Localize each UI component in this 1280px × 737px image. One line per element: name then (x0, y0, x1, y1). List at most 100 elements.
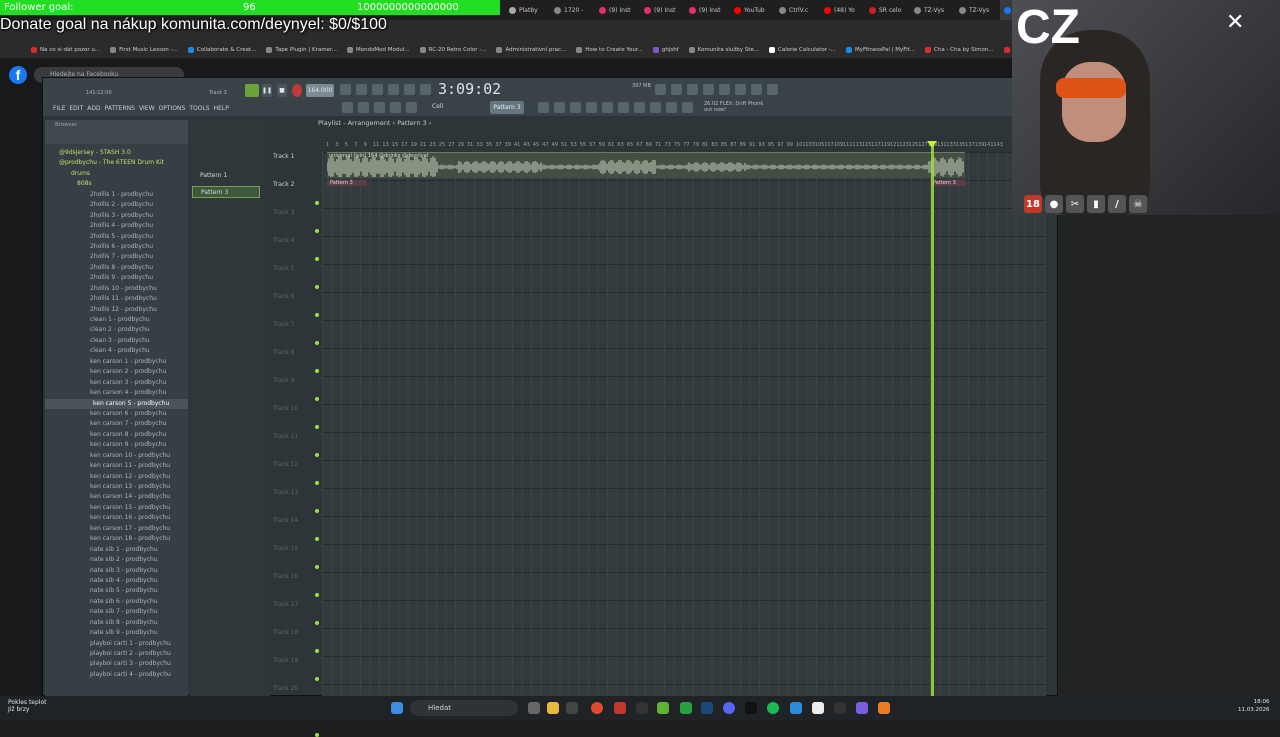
browser-file[interactable]: clean 1 - prodbychu (45, 315, 188, 325)
track-mute-led[interactable] (315, 453, 319, 457)
app-icon[interactable] (856, 702, 868, 714)
menu-item-edit[interactable]: EDIT (69, 105, 83, 112)
browser-folder[interactable]: 808s (45, 179, 188, 189)
browser-file[interactable]: 2hollis 12 - prodbychu (45, 305, 188, 315)
track-mute-led[interactable] (315, 509, 319, 513)
browser-tab[interactable]: (9) Inst (685, 0, 730, 20)
track-mute-led[interactable] (315, 285, 319, 289)
browser-tab[interactable]: Platby (505, 0, 550, 20)
browser-file[interactable]: ken carson 8 - prodbychu (45, 430, 188, 440)
toolbar-button[interactable] (388, 84, 399, 95)
track-name[interactable]: Track 3 (273, 209, 294, 216)
task-view-icon[interactable] (528, 702, 540, 714)
track-name[interactable]: Track 1 (273, 153, 294, 160)
track-mute-led[interactable] (315, 201, 319, 205)
browser-file[interactable]: nate sib 3 - prodbychu (45, 566, 188, 576)
excel-icon[interactable] (680, 702, 692, 714)
track-mute-led[interactable] (315, 397, 319, 401)
app-icon[interactable] (614, 702, 626, 714)
browser-tab[interactable]: TZ-Vys (955, 0, 1000, 20)
track-name[interactable]: Track 6 (273, 293, 294, 300)
track-mute-led[interactable] (315, 229, 319, 233)
steam-icon[interactable] (701, 702, 713, 714)
track-name[interactable]: Track 12 (273, 461, 298, 468)
browser-file[interactable]: ken carson 3 - prodbychu (45, 378, 188, 388)
browser-file[interactable]: ken carson 11 - prodbychu (45, 461, 188, 471)
capcut-icon[interactable] (745, 702, 757, 714)
browser-file[interactable]: nate sib 9 - prodbychu (45, 628, 188, 638)
track-name[interactable]: Track 8 (273, 349, 294, 356)
browser-file[interactable]: playboi carti 3 - prodbychu (45, 659, 188, 669)
browser-file[interactable]: 2hollis 9 - prodbychu (45, 273, 188, 283)
tempo-display[interactable]: 164.000 (306, 84, 334, 97)
menu-item-view[interactable]: VIEW (139, 105, 155, 112)
toolbar-button[interactable] (420, 84, 431, 95)
track-name[interactable]: Track 15 (273, 545, 298, 552)
bookmark-item[interactable]: ghjshf (648, 47, 684, 53)
playhead[interactable] (931, 145, 934, 696)
browser-tab[interactable]: 1720 - (550, 0, 595, 20)
browser-file[interactable]: playboi carti 1 - prodbychu (45, 639, 188, 649)
toolbar-button[interactable] (340, 84, 351, 95)
browser-file[interactable]: 2hollis 7 - prodbychu (45, 252, 188, 262)
record-button[interactable] (292, 84, 302, 97)
menu-item-tools[interactable]: TOOLS (189, 105, 209, 112)
browser-file[interactable]: ken carson 15 - prodbychu (45, 503, 188, 513)
toolbar-button[interactable] (374, 102, 385, 113)
pattern-selector[interactable]: Pattern 3 (490, 101, 524, 114)
track-name[interactable]: Track 11 (273, 433, 298, 440)
browser-file[interactable]: 2hollis 6 - prodbychu (45, 242, 188, 252)
track-name[interactable]: Track 9 (273, 377, 294, 384)
playlist-grid[interactable] (322, 152, 1046, 696)
browser-file[interactable]: ken carson 17 - prodbychu (45, 524, 188, 534)
browser-file[interactable]: playboi carti 2 - prodbychu (45, 649, 188, 659)
bookmark-item[interactable]: Cha - Cha by Simon... (920, 47, 999, 53)
browser-file[interactable]: ken carson 4 - prodbychu (45, 388, 188, 398)
toolbar-button[interactable] (586, 102, 597, 113)
file-explorer-icon[interactable] (547, 702, 559, 714)
track-name[interactable]: Track 18 (273, 629, 298, 636)
bookmark-item[interactable]: Na co si dát pozor u... (26, 47, 105, 53)
toolbar-button[interactable] (687, 84, 698, 95)
browser-file[interactable]: ken carson 9 - prodbychu (45, 440, 188, 450)
toolbar-button[interactable] (570, 102, 581, 113)
toolbar-button[interactable] (390, 102, 401, 113)
browser-file[interactable]: ken carson 1 - prodbychu (45, 357, 188, 367)
menu-item-help[interactable]: HELP (214, 105, 229, 112)
track-name[interactable]: Track 13 (273, 489, 298, 496)
browser-tab[interactable]: SR celo (865, 0, 910, 20)
browser-file[interactable]: nate sib 5 - prodbychu (45, 586, 188, 596)
toolbar-button[interactable] (751, 84, 762, 95)
browser-tab[interactable]: (48) Yo (820, 0, 865, 20)
track-mute-led[interactable] (315, 621, 319, 625)
pattern-item[interactable]: Pattern 1 (192, 170, 260, 182)
system-clock[interactable]: 18:06 11.03.2026 (1238, 698, 1270, 714)
browser-tab[interactable]: CtrlV.c (775, 0, 820, 20)
browser-file[interactable]: ken carson 7 - prodbychu (45, 419, 188, 429)
toolbar-button[interactable] (342, 102, 353, 113)
messenger-icon[interactable] (790, 702, 802, 714)
play-button[interactable]: ❚❚ (262, 84, 272, 97)
toolbar-button[interactable] (650, 102, 661, 113)
facebook-logo-icon[interactable]: f (9, 66, 27, 84)
browser-file[interactable]: 2hollis 1 - prodbychu (45, 190, 188, 200)
track-mute-led[interactable] (315, 425, 319, 429)
playhead-marker[interactable] (927, 141, 937, 148)
browser-file[interactable]: nate sib 8 - prodbychu (45, 618, 188, 628)
bookmark-item[interactable]: Administrativní prac... (491, 47, 571, 53)
browser-file[interactable]: 2hollis 5 - prodbychu (45, 232, 188, 242)
browser-file[interactable]: nate sib 1 - prodbychu (45, 545, 188, 555)
toolbar-button[interactable] (372, 84, 383, 95)
browser-tab[interactable]: (9) Inst (595, 0, 640, 20)
browser-file[interactable]: playboi carti 4 - prodbychu (45, 670, 188, 680)
weather-widget[interactable]: Pokles teplot Již brzy (8, 699, 46, 713)
track-mute-led[interactable] (315, 677, 319, 681)
toolbar-button[interactable] (358, 102, 369, 113)
track-name[interactable]: Track 4 (273, 237, 294, 244)
toolbar-button[interactable] (703, 84, 714, 95)
browser-file[interactable]: nate sib 4 - prodbychu (45, 576, 188, 586)
track-mute-led[interactable] (315, 313, 319, 317)
track-name[interactable]: Track 10 (273, 405, 298, 412)
snap-selector[interactable]: Cell (432, 103, 443, 110)
track-name[interactable]: Track 16 (273, 573, 298, 580)
